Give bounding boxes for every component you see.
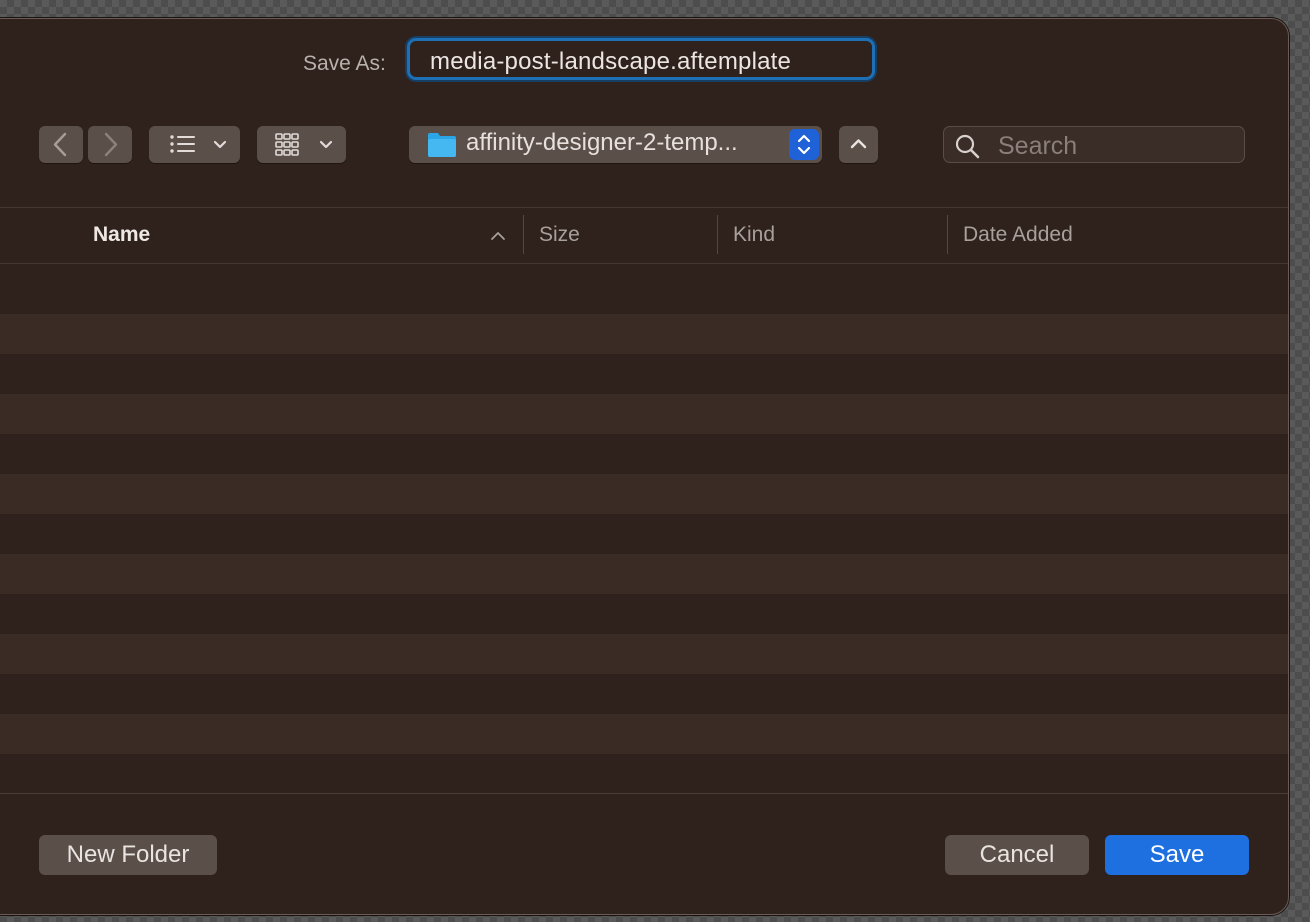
list-row [0,314,1288,354]
chevron-right-icon [104,132,118,157]
save-as-label: Save As: [303,52,386,75]
chevron-down-icon [319,140,333,149]
sort-ascending-icon [491,232,505,240]
list-view-icon [170,135,227,153]
list-row [0,674,1288,714]
list-row [0,714,1288,754]
column-header-name[interactable]: Name [93,223,150,247]
header-divider-bottom [0,263,1288,264]
list-row [0,434,1288,474]
list-row [0,274,1288,314]
folder-icon [428,133,456,157]
grid-view-icon [275,133,333,156]
list-row [0,514,1288,554]
chevron-up-icon [850,139,867,149]
collapse-button[interactable] [839,126,878,163]
column-header-size[interactable]: Size [539,223,580,247]
filename-input[interactable]: media-post-landscape.aftemplate [407,38,875,80]
cancel-button[interactable]: Cancel [945,835,1089,875]
list-row [0,354,1288,394]
grid-view-button[interactable] [257,126,346,163]
list-row [0,634,1288,674]
column-separator[interactable] [523,215,524,254]
list-row [0,394,1288,434]
location-stepper[interactable] [789,129,819,160]
chevron-down-icon [213,140,227,149]
list-row [0,554,1288,594]
column-separator[interactable] [717,215,718,254]
column-header-kind[interactable]: Kind [733,223,775,247]
location-label: affinity-designer-2-temp... [466,129,738,156]
back-button[interactable] [39,126,83,163]
up-down-chevron-icon [797,134,811,155]
file-list[interactable] [0,274,1288,794]
search-field[interactable]: Search [943,126,1245,163]
column-header-date-added[interactable]: Date Added [963,223,1073,247]
search-placeholder: Search [998,132,1078,160]
list-view-button[interactable] [149,126,240,163]
save-dialog: Save As: media-post-landscape.aftemplate [0,18,1289,915]
header-divider-top [0,207,1288,208]
search-icon [955,134,980,159]
column-separator[interactable] [947,215,948,254]
chevron-left-icon [53,132,67,157]
save-button[interactable]: Save [1105,835,1249,875]
location-popup[interactable]: affinity-designer-2-temp... [409,126,822,163]
list-row [0,594,1288,634]
list-row [0,754,1288,794]
list-row [0,474,1288,514]
footer-divider [0,793,1288,794]
new-folder-button[interactable]: New Folder [39,835,217,875]
forward-button[interactable] [88,126,132,163]
